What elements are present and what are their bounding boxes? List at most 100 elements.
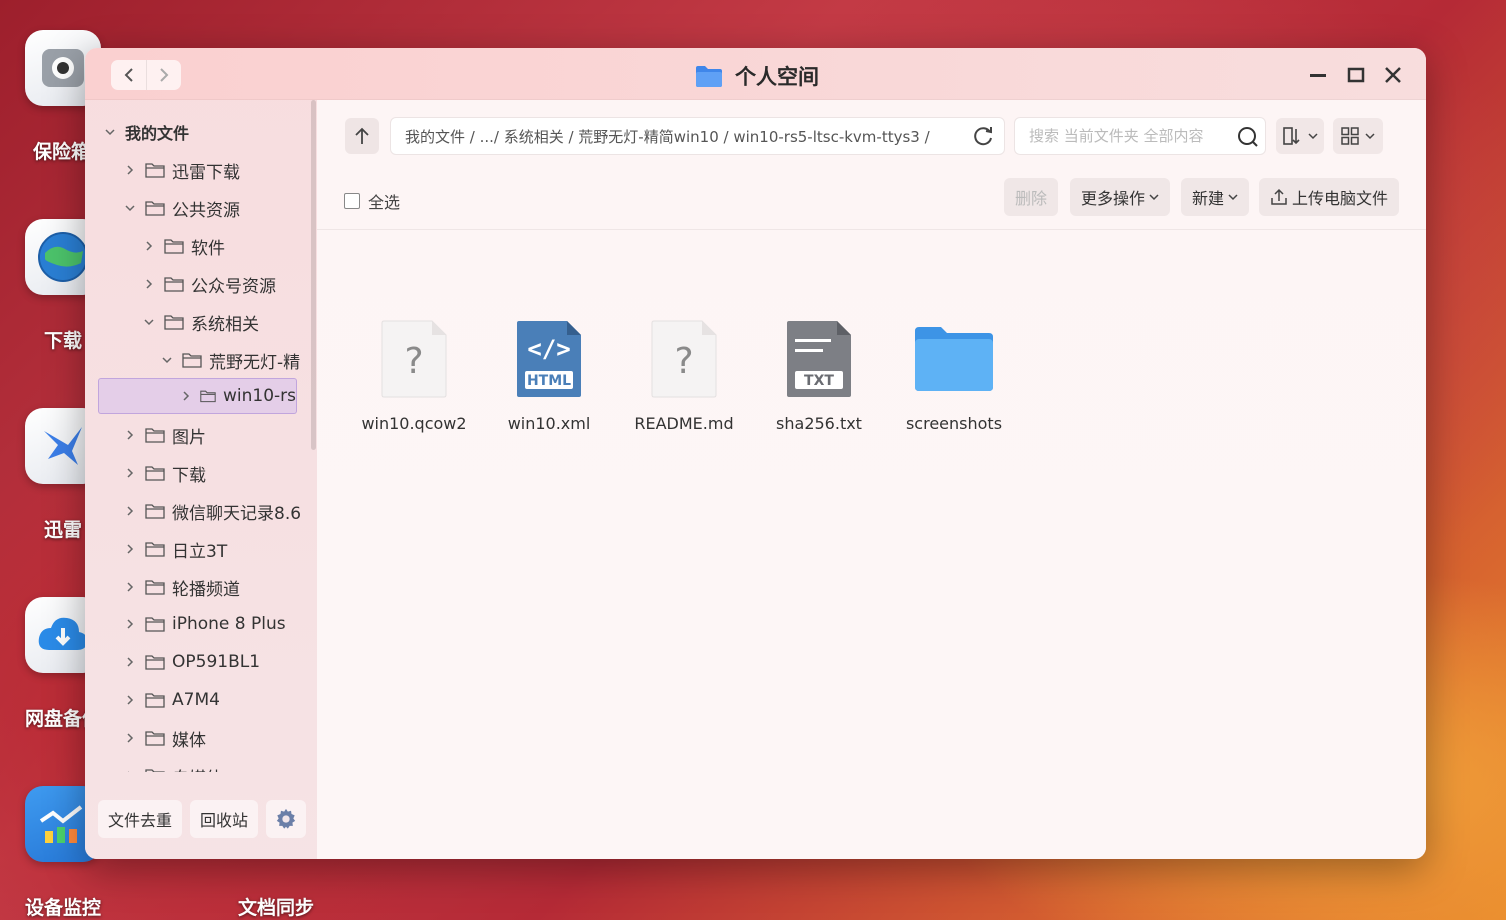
chevron-right-icon	[123, 542, 137, 556]
recycle-bin-button[interactable]: 回收站	[190, 800, 259, 838]
tree-item-label: 系统相关	[191, 314, 259, 335]
chevron-down-icon	[1228, 194, 1238, 201]
file-item[interactable]: ? win10.qcow2	[354, 314, 474, 433]
tree-item[interactable]: iPhone 8 Plus	[123, 606, 286, 642]
chevron-right-icon	[142, 239, 156, 253]
html-file-icon: </> HTML	[517, 321, 581, 397]
search-input[interactable]	[1029, 126, 1229, 146]
tree-item[interactable]: 微信聊天记录8.6	[123, 493, 301, 529]
dedupe-button[interactable]: 文件去重	[98, 800, 183, 838]
search-icon[interactable]	[1237, 126, 1259, 148]
chevron-right-icon	[123, 580, 137, 594]
path-breadcrumb[interactable]: 我的文件 / .../ 系统相关 / 荒野无灯-精简win10 / win10-…	[390, 117, 1005, 155]
tree-item[interactable]: 图片	[123, 417, 206, 453]
new-button[interactable]: 新建	[1181, 178, 1250, 216]
settings-button[interactable]	[266, 800, 307, 838]
folder-outline-icon	[145, 617, 165, 632]
device-monitor-app-label: 设备监控	[25, 897, 102, 919]
chevron-right-icon	[180, 389, 192, 403]
sort-button[interactable]	[1276, 118, 1324, 154]
folder-icon	[915, 327, 993, 391]
more-actions-button[interactable]: 更多操作	[1070, 178, 1171, 216]
checkbox-box[interactable]	[344, 193, 360, 209]
folder-tree[interactable]: 我的文件 迅雷下载 公共资源 软件 公众号资源 系统相关 荒野无灯-精 win1…	[85, 114, 305, 772]
chevron-right-icon	[123, 617, 137, 631]
tree-item[interactable]: 软件	[142, 228, 225, 264]
grid-icon	[1341, 127, 1359, 145]
chevron-down-icon	[123, 201, 137, 215]
new-label: 新建	[1192, 189, 1225, 208]
tree-item[interactable]: 公众号资源	[142, 266, 276, 302]
tree-item[interactable]: 轮播频道	[123, 569, 240, 605]
tree-item[interactable]: OP591BL1	[123, 644, 260, 680]
folder-outline-icon	[145, 769, 165, 772]
forward-button[interactable]	[146, 60, 181, 90]
tree-item-selected[interactable]: win10-rs	[98, 378, 297, 414]
tree-item[interactable]: A7M4	[123, 682, 220, 718]
tree-item-label: A7M4	[172, 690, 220, 710]
chevron-right-icon	[123, 769, 137, 772]
tree-item-label: iPhone 8 Plus	[172, 614, 286, 634]
main-pane: 我的文件 / .../ 系统相关 / 荒野无灯-精简win10 / win10-…	[317, 100, 1426, 859]
select-all-checkbox[interactable]: 全选	[344, 189, 400, 213]
tree-item[interactable]: 自媒体	[123, 758, 223, 772]
tree-item-label: 媒体	[172, 730, 206, 751]
file-name: README.md	[634, 414, 734, 433]
minimize-button[interactable]	[1305, 62, 1331, 88]
folder-outline-icon	[200, 390, 216, 403]
search-field[interactable]	[1014, 117, 1266, 155]
folder-outline-icon	[145, 466, 165, 481]
maximize-button[interactable]	[1343, 62, 1369, 88]
tree-item[interactable]: 下载	[123, 455, 206, 491]
tree-item-label: 我的文件	[125, 124, 190, 143]
file-name: win10.qcow2	[361, 414, 467, 433]
chevron-right-icon	[123, 163, 137, 177]
close-button[interactable]	[1380, 62, 1406, 88]
file-name: win10.xml	[507, 414, 591, 433]
svg-text:</>: </>	[527, 335, 570, 363]
chevron-right-icon	[123, 693, 137, 707]
file-item[interactable]: TXT sha256.txt	[759, 314, 879, 433]
refresh-icon[interactable]	[972, 125, 994, 147]
gear-icon	[276, 808, 296, 829]
tree-item-label: win10-rs	[222, 386, 296, 406]
txt-file-icon: TXT	[787, 321, 851, 397]
file-item[interactable]: </> HTML win10.xml	[489, 314, 609, 433]
parent-folder-button[interactable]	[345, 118, 379, 154]
chevron-right-icon	[123, 655, 137, 669]
tree-item-label: 图片	[172, 427, 206, 448]
chevron-right-icon	[123, 731, 137, 745]
delete-button[interactable]: 删除	[1004, 178, 1059, 216]
upload-button[interactable]: 上传电脑文件	[1259, 178, 1400, 216]
folder-icon	[696, 66, 722, 87]
tree-item[interactable]: 日立3T	[123, 531, 227, 567]
folder-item[interactable]: screenshots	[894, 314, 1014, 433]
chevron-down-icon	[1365, 133, 1375, 140]
folder-outline-icon	[164, 277, 184, 292]
tree-item-label: 荒野无灯-精	[209, 352, 301, 373]
unknown-file-icon: ?	[651, 320, 717, 398]
tree-item[interactable]: 荒野无灯-精	[160, 342, 300, 378]
view-mode-button[interactable]	[1333, 118, 1383, 154]
tree-item[interactable]: 系统相关	[142, 304, 259, 340]
tree-item-my-files[interactable]: 我的文件	[103, 114, 189, 150]
folder-outline-icon	[145, 580, 165, 595]
safe-app-label: 保险箱	[33, 141, 91, 163]
unknown-file-icon: ?	[381, 320, 447, 398]
chevron-down-icon	[1149, 194, 1159, 201]
minimize-icon	[1310, 74, 1326, 77]
download-app-label: 下载	[44, 330, 83, 352]
tree-item[interactable]: 媒体	[123, 720, 206, 756]
file-manager-window: 个人空间 我的文件 迅雷下载 公共资源 软件 公众号资源 系统相关 荒野无灯-精…	[85, 48, 1426, 859]
back-button[interactable]	[111, 60, 146, 90]
path-text: 我的文件 / .../ 系统相关 / 荒野无灯-精简win10 / win10-…	[405, 127, 930, 146]
folder-outline-icon	[145, 542, 165, 557]
tree-item[interactable]: 迅雷下载	[123, 152, 240, 188]
folder-outline-icon	[164, 315, 184, 330]
sort-icon	[1283, 127, 1300, 145]
folder-outline-icon	[145, 731, 165, 746]
chevron-down-icon	[160, 353, 174, 367]
file-item[interactable]: ? README.md	[624, 314, 744, 433]
tree-item[interactable]: 公共资源	[123, 190, 240, 226]
sidebar-scrollbar[interactable]	[311, 100, 316, 450]
